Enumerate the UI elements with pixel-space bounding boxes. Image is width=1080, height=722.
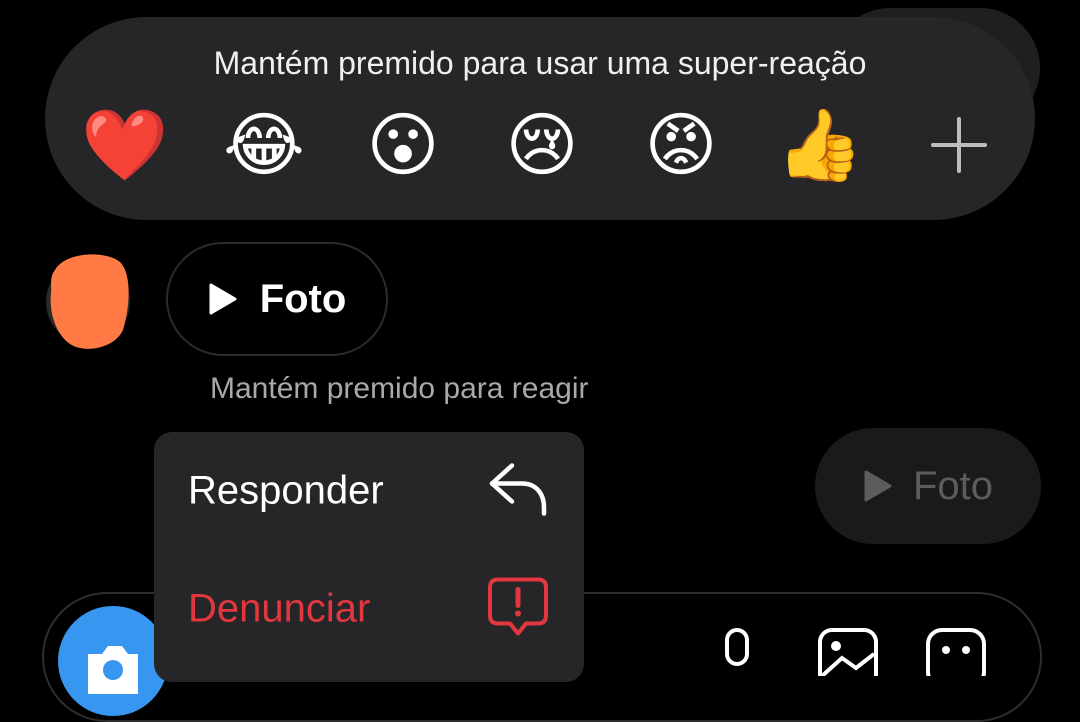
camera-button[interactable] [58,606,168,716]
reply-menu-item[interactable]: Responder [154,432,584,550]
reaction-crying[interactable]: 😢 [494,110,590,180]
report-label: Denunciar [188,586,371,631]
emoji-row: ❤️ 😂 😮 😢 😡 👍 [77,97,1007,193]
camera-icon [88,646,138,694]
hold-to-react-hint: Mantém premido para reagir [210,372,589,405]
super-reaction-hint: Mantém premido para usar uma super-reaçã… [213,45,867,81]
sticker-icon[interactable] [924,626,988,676]
microphone-icon[interactable] [712,626,762,676]
report-alert-icon [486,576,550,643]
gallery-icon[interactable] [816,626,880,676]
reply-label: Responder [188,468,384,513]
reaction-surprised[interactable]: 😮 [355,110,451,180]
received-photo-message[interactable]: Foto [166,242,388,356]
reply-arrow-icon [486,460,550,523]
reaction-thumbs-up[interactable]: 👍 [772,110,868,180]
more-reactions-button[interactable] [911,97,1007,193]
message-context-menu: Responder Denunciar [154,432,584,682]
reaction-angry[interactable]: 😡 [633,110,729,180]
sent-photo-message[interactable]: Foto [815,428,1041,544]
avatar[interactable] [45,250,131,350]
received-photo-label: Foto [259,276,347,321]
reaction-panel: Mantém premido para usar uma super-reaçã… [45,17,1035,220]
play-icon [864,470,892,502]
reaction-heart[interactable]: ❤️ [77,110,173,180]
play-icon [209,283,237,315]
sent-photo-label: Foto [912,463,994,508]
reaction-tears-of-joy[interactable]: 😂 [216,110,312,180]
report-menu-item[interactable]: Denunciar [154,550,584,668]
plus-icon [931,117,987,173]
